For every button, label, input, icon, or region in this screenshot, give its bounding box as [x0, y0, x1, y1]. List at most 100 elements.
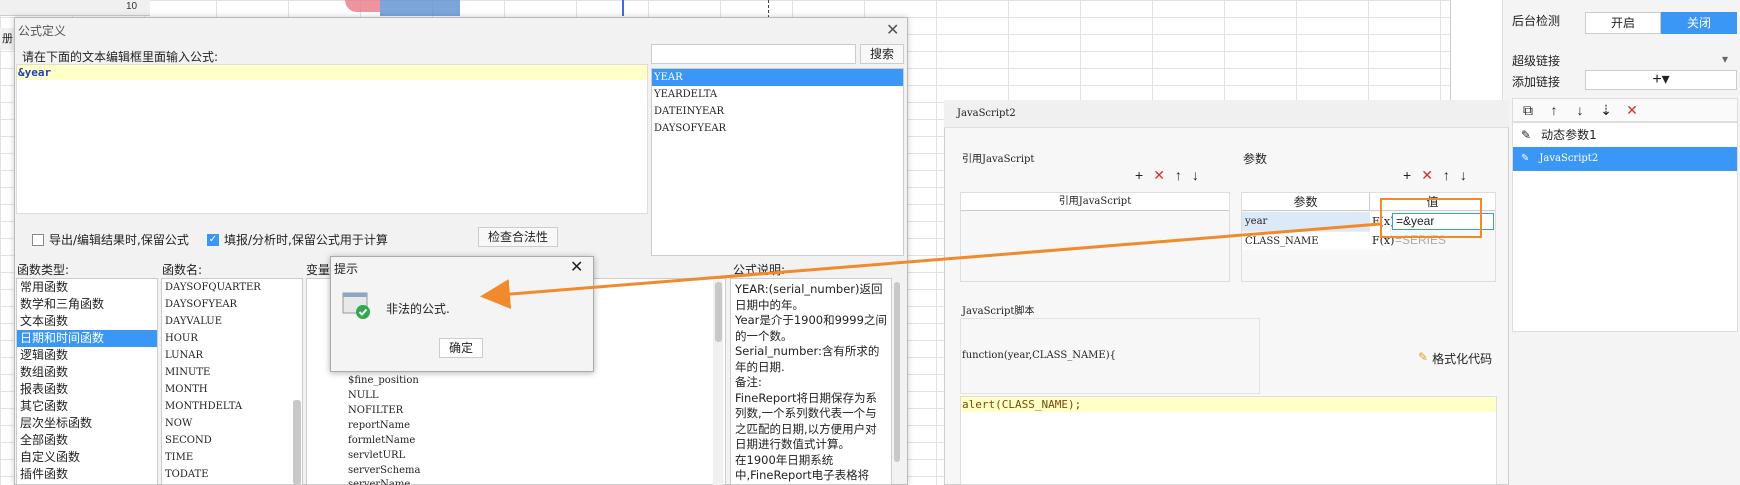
ref-js-column-header: 引用JavaScript: [961, 193, 1229, 211]
export-keep-formula-checkbox[interactable]: 导出/编辑结果时,保留公式: [32, 231, 189, 248]
list-item[interactable]: 文本函数: [17, 313, 157, 330]
list-item[interactable]: serverSchema: [348, 463, 420, 478]
add-icon[interactable]: +: [1403, 167, 1411, 184]
list-item[interactable]: 日期和时间函数: [17, 330, 157, 347]
js-code-line: alert(CLASS_NAME);: [961, 397, 1496, 412]
arrow-up-icon[interactable]: ↑: [1175, 167, 1182, 184]
scrollbar[interactable]: [894, 282, 900, 462]
pencil-icon: ✎: [1521, 153, 1530, 164]
formula-editor[interactable]: [16, 64, 648, 214]
list-item[interactable]: SECOND: [162, 432, 302, 449]
annotation-highlight-box: [1380, 198, 1482, 238]
link-toolbar: ⧉ ↑ ↓ ⇣ ✕: [1512, 98, 1738, 122]
list-item[interactable]: $fine_position: [348, 373, 419, 388]
close-icon[interactable]: ✕: [570, 257, 583, 277]
copy-icon[interactable]: ⧉: [1519, 102, 1537, 119]
alert-title: 提示: [334, 262, 359, 276]
ref-js-label: 引用JavaScript: [962, 154, 1035, 165]
param-name-cell[interactable]: year: [1242, 212, 1370, 231]
list-item[interactable]: 数学和三角函数: [17, 296, 157, 313]
delete-icon[interactable]: ✕: [1421, 167, 1433, 184]
list-item[interactable]: TODATE: [162, 466, 302, 483]
function-type-list: 常用函数 数学和三角函数 文本函数 日期和时间函数 逻辑函数 数组函数 报表函数…: [16, 278, 158, 485]
selection-border: [622, 0, 624, 16]
list-item[interactable]: YEARDELTA: [652, 86, 903, 103]
list-item[interactable]: MONTH: [162, 381, 302, 398]
sort-icon[interactable]: ⇣: [1597, 102, 1615, 119]
add-icon[interactable]: +: [1135, 167, 1143, 184]
checkbox-icon: [32, 233, 44, 246]
arrow-down-icon[interactable]: ↓: [1460, 167, 1467, 184]
js-script-label: JavaScript脚本: [962, 306, 1035, 317]
format-code-button[interactable]: ✎ 格式化代码: [1418, 350, 1492, 367]
link-list: ✎ 动态参数1 ✎ JavaScript2: [1512, 122, 1738, 332]
delete-icon[interactable]: ✕: [1153, 167, 1165, 184]
arrow-up-icon[interactable]: ↑: [1545, 102, 1563, 118]
arrow-down-icon[interactable]: ↓: [1192, 167, 1199, 184]
chart-fragment-red: [345, 0, 380, 12]
list-item[interactable]: NOFILTER: [348, 403, 403, 418]
close-icon[interactable]: ✕: [886, 20, 899, 40]
list-item[interactable]: LUNAR: [162, 347, 302, 364]
bg-check-off-button[interactable]: 关闭: [1661, 12, 1737, 34]
bg-check-on-button[interactable]: 开启: [1585, 12, 1661, 34]
fill-keep-formula-checkbox[interactable]: ✓ 填报/分析时,保留公式用于计算: [207, 231, 388, 248]
list-item[interactable]: ✎ JavaScript2: [1513, 147, 1737, 171]
function-type-label: 函数类型:: [17, 263, 70, 277]
dialog-title: 公式定义: [18, 24, 67, 38]
formula-prompt: 请在下面的文本编辑框里面输入公式:: [22, 50, 219, 64]
list-item[interactable]: 逻辑函数: [17, 347, 157, 364]
hyperlink-label: 超级链接: [1512, 54, 1561, 68]
list-item[interactable]: DAYSOFYEAR: [652, 120, 903, 137]
ok-button[interactable]: 确定: [439, 338, 483, 358]
check-validity-button[interactable]: 检查合法性: [478, 227, 558, 247]
list-item[interactable]: YEAR: [652, 69, 903, 86]
list-item[interactable]: MINUTE: [162, 364, 302, 381]
function-signature: function(year,CLASS_NAME){: [962, 350, 1116, 361]
delete-icon[interactable]: ✕: [1623, 102, 1641, 119]
list-item[interactable]: NOW: [162, 415, 302, 432]
param-toolbar: + ✕ ↑ ↓: [1403, 167, 1467, 184]
list-item[interactable]: MONTHDELTA: [162, 398, 302, 415]
list-item[interactable]: HOUR: [162, 330, 302, 347]
param-name-cell[interactable]: CLASS_NAME: [1242, 231, 1370, 250]
list-item[interactable]: 插件函数: [17, 466, 157, 483]
function-name-list: DAYSOFQUARTER DAYSOFYEAR DAYVALUE HOUR L…: [161, 278, 303, 485]
param-name-header: 参数: [1242, 193, 1370, 211]
arrow-up-icon[interactable]: ↑: [1443, 167, 1450, 184]
list-item[interactable]: DATEINYEAR: [652, 103, 903, 120]
collapse-arrow-icon[interactable]: ▾: [1722, 52, 1728, 66]
list-item[interactable]: DAYSOFYEAR: [162, 296, 302, 313]
variable-label: 变量: [306, 263, 331, 277]
add-link-button[interactable]: +▾: [1585, 70, 1737, 90]
list-item[interactable]: reportName: [348, 418, 410, 433]
list-item[interactable]: 报表函数: [17, 381, 157, 398]
list-item[interactable]: TIME: [162, 449, 302, 466]
param-label: 参数: [1243, 152, 1268, 166]
scrollbar[interactable]: [715, 282, 722, 342]
list-item[interactable]: servletURL: [348, 448, 405, 463]
list-item[interactable]: 数组函数: [17, 364, 157, 381]
list-item[interactable]: ✎ 动态参数1: [1513, 123, 1737, 147]
row-number: 10: [126, 1, 138, 12]
arrow-down-icon[interactable]: ↓: [1571, 102, 1589, 118]
list-item[interactable]: NULL: [348, 388, 378, 403]
list-item[interactable]: serverName: [348, 477, 410, 485]
search-input[interactable]: [651, 44, 856, 64]
list-item[interactable]: 全部函数: [17, 432, 157, 449]
list-item[interactable]: formletName: [348, 433, 415, 448]
list-item[interactable]: 常用函数: [17, 279, 157, 296]
list-item[interactable]: 层次坐标函数: [17, 415, 157, 432]
checkbox-checked-icon: ✓: [207, 233, 219, 246]
success-check-icon: [342, 292, 370, 319]
scrollbar[interactable]: [293, 400, 301, 485]
search-button[interactable]: 搜索: [860, 44, 904, 64]
list-item[interactable]: 自定义函数: [17, 449, 157, 466]
ref-js-toolbar: + ✕ ↑ ↓: [1135, 167, 1199, 184]
list-item[interactable]: DAYSOFQUARTER: [162, 279, 302, 296]
pencil-icon: ✎: [1521, 128, 1532, 142]
list-item[interactable]: DAYVALUE: [162, 313, 302, 330]
search-results-list: YEAR YEARDELTA DATEINYEAR DAYSOFYEAR: [651, 68, 904, 256]
dialog-title: JavaScript2: [957, 108, 1016, 119]
list-item[interactable]: 其它函数: [17, 398, 157, 415]
